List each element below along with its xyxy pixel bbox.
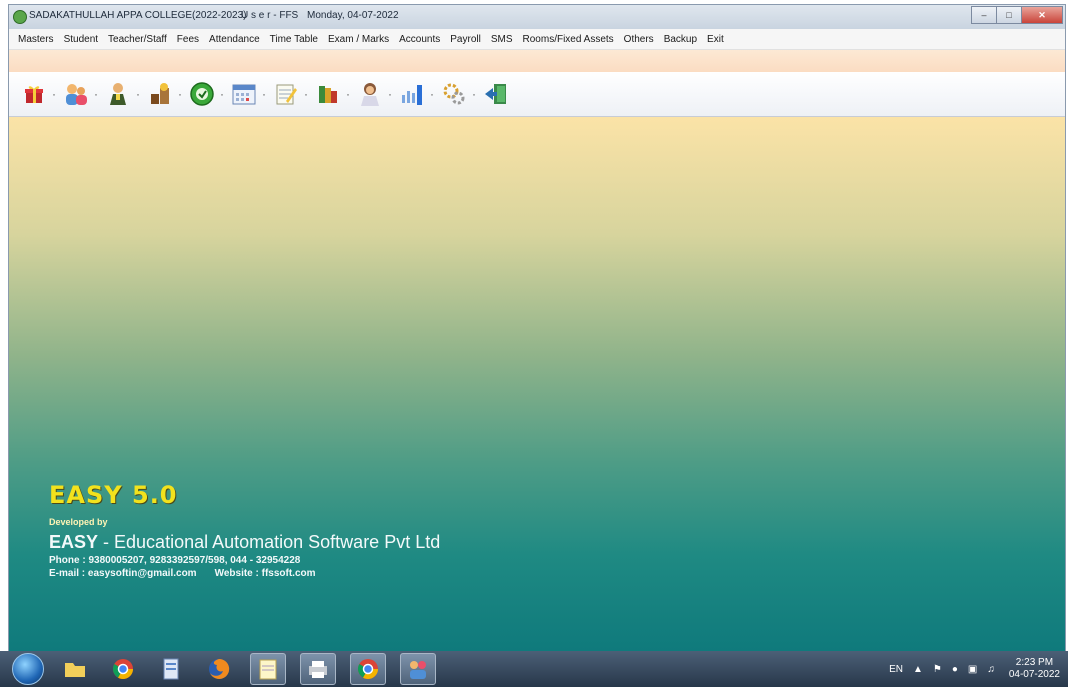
user-label: U s e r - FFS bbox=[241, 10, 299, 21]
toolbar-separator: · bbox=[430, 87, 434, 101]
toolbar: · · · · · · · · · · · bbox=[9, 72, 1065, 117]
easy-app-taskbar-button[interactable] bbox=[400, 653, 436, 685]
document-taskbar-button[interactable] bbox=[154, 654, 188, 684]
window-controls: – □ ✕ bbox=[971, 6, 1063, 24]
exit-icon[interactable] bbox=[481, 79, 511, 109]
developed-by-label: Developed by bbox=[49, 517, 108, 527]
attendance-icon[interactable] bbox=[187, 79, 217, 109]
volume-icon[interactable]: ♫ bbox=[987, 664, 995, 675]
toolbar-separator: · bbox=[346, 87, 350, 101]
minimize-button[interactable]: – bbox=[971, 6, 997, 24]
menu-accounts[interactable]: Accounts bbox=[394, 34, 445, 45]
email-text: E-mail : easysoftin@gmail.com bbox=[49, 568, 197, 579]
toolbar-separator: · bbox=[388, 87, 392, 101]
show-hidden-icons-arrow[interactable]: ▲ bbox=[913, 664, 923, 675]
start-button[interactable] bbox=[12, 653, 44, 685]
phone-line: Phone : 9380005207, 9283392597/598, 044 … bbox=[49, 555, 301, 566]
notepad-taskbar-button[interactable] bbox=[250, 653, 286, 685]
menu-exam-marks[interactable]: Exam / Marks bbox=[323, 34, 394, 45]
menu-time-table[interactable]: Time Table bbox=[265, 34, 323, 45]
company-bold: EASY bbox=[49, 532, 99, 552]
toolbar-separator: · bbox=[52, 87, 56, 101]
language-indicator[interactable]: EN bbox=[889, 664, 903, 675]
company-name: EASY - Educational Automation Software P… bbox=[49, 532, 440, 553]
menu-masters[interactable]: Masters bbox=[13, 34, 59, 45]
chrome-active-taskbar-button[interactable] bbox=[350, 653, 386, 685]
menu-sms[interactable]: SMS bbox=[486, 34, 518, 45]
explorer-taskbar-button[interactable] bbox=[58, 654, 92, 684]
network-icon[interactable]: ● bbox=[952, 664, 958, 675]
notepad-icon[interactable] bbox=[271, 79, 301, 109]
website-text: Website : ffssoft.com bbox=[214, 568, 316, 579]
menu-rooms-fixed-assets[interactable]: Rooms/Fixed Assets bbox=[518, 34, 619, 45]
calendar-icon[interactable] bbox=[229, 79, 259, 109]
date-label: Monday, 04-07-2022 bbox=[307, 10, 399, 21]
menu-payroll[interactable]: Payroll bbox=[445, 34, 486, 45]
gift-icon[interactable] bbox=[19, 79, 49, 109]
battery-icon[interactable]: ▣ bbox=[968, 664, 977, 675]
system-tray: EN ▲ ⚑ ● ▣ ♫ 2:23 PM 04-07-2022 bbox=[879, 651, 1060, 687]
app-window: SADAKATHULLAH APPA COLLEGE(2022-2023) U … bbox=[8, 4, 1066, 652]
toolbar-separator: · bbox=[178, 87, 182, 101]
contact-line: E-mail : easysoftin@gmail.com Website : f… bbox=[49, 568, 440, 579]
product-title: EASY 5.0 bbox=[49, 481, 178, 509]
flag-icon[interactable]: ⚑ bbox=[933, 664, 942, 675]
main-area: EASY 5.0 Developed by EASY - Educational… bbox=[9, 117, 1065, 651]
firefox-taskbar-button[interactable] bbox=[202, 654, 236, 684]
settings-icon[interactable] bbox=[439, 79, 469, 109]
window-title: SADAKATHULLAH APPA COLLEGE(2022-2023) bbox=[29, 10, 247, 21]
chart-icon[interactable] bbox=[397, 79, 427, 109]
toolbar-separator: · bbox=[472, 87, 476, 101]
clock-time: 2:23 PM bbox=[1015, 657, 1054, 668]
printer-taskbar-button[interactable] bbox=[300, 653, 336, 685]
toolbar-separator: · bbox=[136, 87, 140, 101]
users-icon[interactable] bbox=[61, 79, 91, 109]
menu-student[interactable]: Student bbox=[59, 34, 103, 45]
maximize-button[interactable]: □ bbox=[996, 6, 1022, 24]
branding-block: EASY 5.0 Developed by EASY - Educational… bbox=[49, 481, 440, 579]
menu-fees[interactable]: Fees bbox=[172, 34, 204, 45]
company-rest: - Educational Automation Software Pvt Lt… bbox=[98, 532, 441, 552]
menu-others[interactable]: Others bbox=[619, 34, 659, 45]
fees-icon[interactable] bbox=[145, 79, 175, 109]
menu-exit[interactable]: Exit bbox=[702, 34, 729, 45]
toolbar-separator: · bbox=[262, 87, 266, 101]
toolbar-separator: · bbox=[304, 87, 308, 101]
app-icon bbox=[13, 10, 27, 24]
title-bar[interactable]: SADAKATHULLAH APPA COLLEGE(2022-2023) U … bbox=[9, 5, 1065, 29]
staff-icon[interactable] bbox=[103, 79, 133, 109]
clock[interactable]: 2:23 PM 04-07-2022 bbox=[1009, 657, 1060, 681]
menu-attendance[interactable]: Attendance bbox=[204, 34, 265, 45]
menu-bar: Masters Student Teacher/Staff Fees Atten… bbox=[9, 29, 1065, 50]
teacher-icon[interactable] bbox=[355, 79, 385, 109]
menu-teacher-staff[interactable]: Teacher/Staff bbox=[103, 34, 172, 45]
toolbar-separator: · bbox=[94, 87, 98, 101]
close-button[interactable]: ✕ bbox=[1021, 6, 1063, 24]
header-band bbox=[9, 50, 1065, 72]
toolbar-separator: · bbox=[220, 87, 224, 101]
clock-date: 04-07-2022 bbox=[1008, 669, 1060, 680]
menu-backup[interactable]: Backup bbox=[659, 34, 702, 45]
taskbar: EN ▲ ⚑ ● ▣ ♫ 2:23 PM 04-07-2022 bbox=[0, 651, 1068, 687]
books-icon[interactable] bbox=[313, 79, 343, 109]
chrome-taskbar-button[interactable] bbox=[106, 654, 140, 684]
